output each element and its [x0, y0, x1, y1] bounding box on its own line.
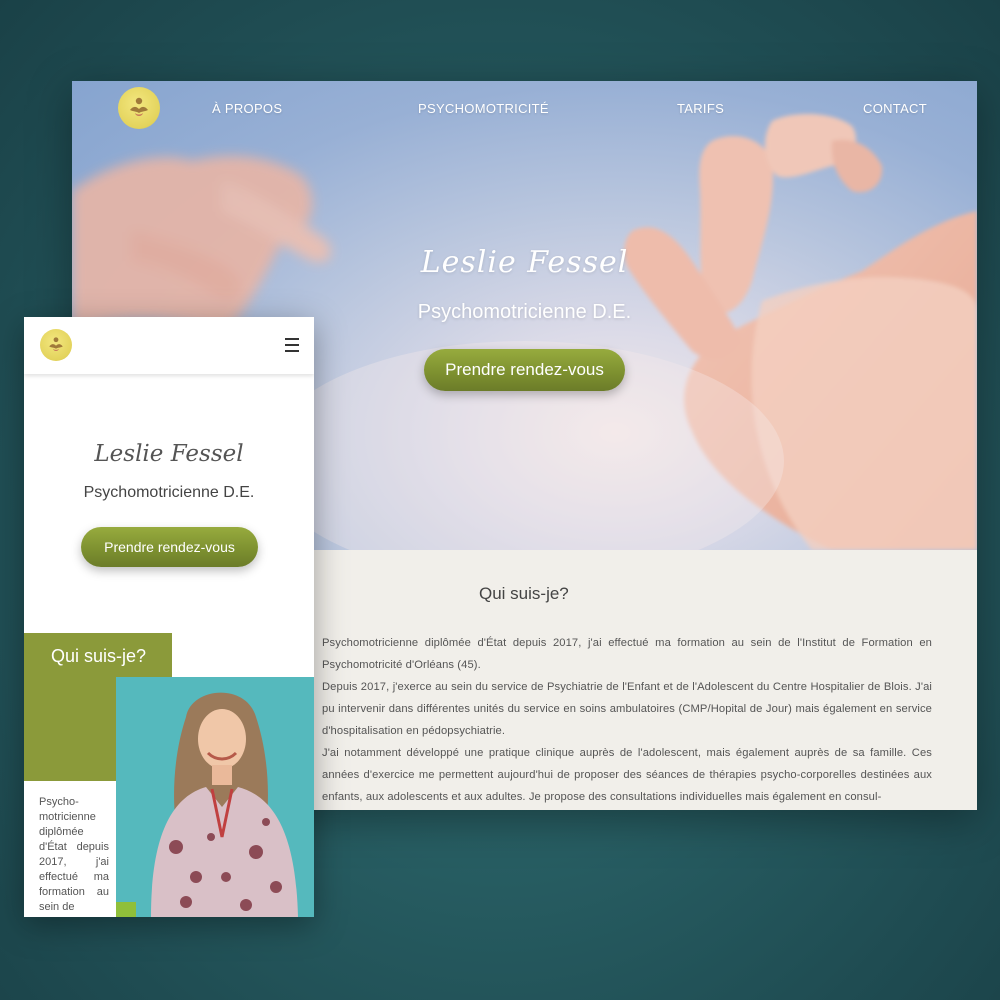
about-paragraph: Depuis 2017, j'exerce au sein du service…: [322, 681, 932, 737]
about-title: Qui suis-je?: [479, 584, 569, 603]
nav-link-tarifs[interactable]: TARIFS: [677, 101, 724, 116]
mobile-hero-subtitle: Psychomotricienne D.E.: [83, 484, 255, 501]
about-paragraph: Psychomotricienne diplômée d'État depuis…: [322, 637, 932, 671]
mobile-about-text: Psycho-motricienne diplômée d'État depui…: [39, 796, 109, 913]
mobile-hero-name: Leslie Fessel: [94, 441, 244, 467]
hero-name: Leslie Fessel: [420, 245, 629, 280]
mobile-mockup: Leslie Fessel Psychomotricienne D.E. Pre…: [24, 317, 314, 917]
mobile-site-logo[interactable]: [40, 329, 72, 361]
desktop-navbar: À PROPOS PSYCHOMOTRICITÉ TARIFS CONTACT: [72, 81, 977, 141]
about-paragraph: J'ai notamment développé une pratique cl…: [322, 747, 932, 803]
site-logo[interactable]: [118, 87, 160, 129]
nav-link-contact[interactable]: CONTACT: [863, 101, 927, 116]
mobile-book-appointment-button[interactable]: Prendre rendez-vous: [81, 527, 258, 567]
book-appointment-button[interactable]: Prendre rendez-vous: [424, 349, 625, 391]
nav-link-psychomotricite[interactable]: PSYCHOMOTRICITÉ: [418, 101, 549, 116]
mobile-about-title: Qui suis-je?: [51, 646, 147, 666]
lotus-person-icon: [130, 97, 148, 116]
portrait-photo: [116, 677, 314, 917]
hamburger-menu-icon[interactable]: [285, 338, 299, 352]
nav-link-a-propos[interactable]: À PROPOS: [212, 101, 282, 116]
mobile-header: [24, 317, 314, 374]
lotus-person-icon: [49, 337, 63, 351]
about-text: Psychomotricienne diplômée d'État depuis…: [322, 632, 932, 808]
